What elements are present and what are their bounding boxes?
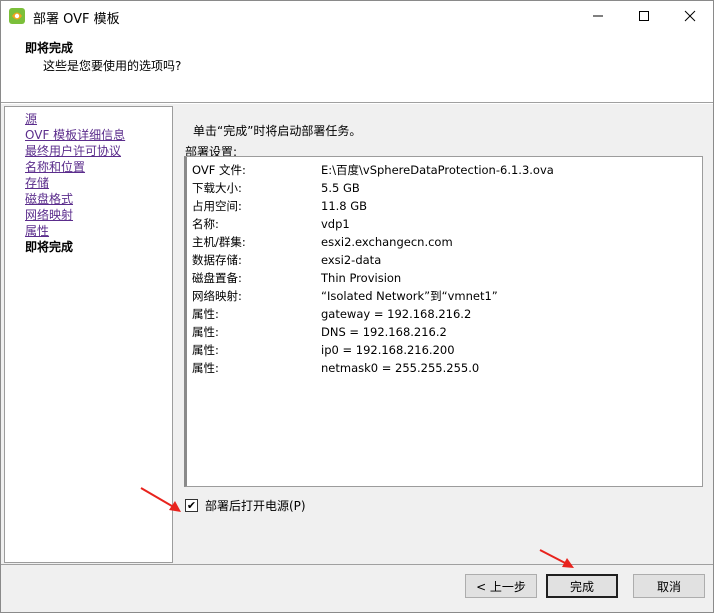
back-button[interactable]: < 上一步 <box>465 574 537 598</box>
settings-row: 属性: DNS = 192.168.216.2 <box>192 325 447 339</box>
settings-row: 属性: ip0 = 192.168.216.200 <box>192 343 455 357</box>
settings-row: 网络映射: “Isolated Network”到“vmnet1” <box>192 289 498 303</box>
window-title: 部署 OVF 模板 <box>33 12 120 27</box>
nav-step-network-mapping[interactable]: 网络映射 <box>25 207 73 223</box>
minimize-button[interactable] <box>575 1 621 31</box>
summary-panel: 单击“完成”时将启动部署任务。 部署设置: OVF 文件: E:\百度\vSphe… <box>175 104 713 564</box>
minimize-icon <box>593 15 603 17</box>
settings-row: OVF 文件: E:\百度\vSphereDataProtection-6.1.3… <box>192 163 554 177</box>
settings-row: 主机/群集: esxi2.exchangecn.com <box>192 235 453 249</box>
nav-step-storage[interactable]: 存储 <box>25 175 49 191</box>
wizard-body: 源 OVF 模板详细信息 最终用户许可协议 名称和位置 存储 磁盘格式 网络映射… <box>1 104 713 564</box>
deploy-ovf-window: 部署 OVF 模板 即将完成 这些是您要使用的选项吗? 源 OVF 模板详细信息… <box>0 0 714 613</box>
nav-step-ovf-details[interactable]: OVF 模板详细信息 <box>25 127 125 143</box>
close-icon <box>684 10 696 22</box>
settings-row: 数据存储: exsi2-data <box>192 253 382 267</box>
maximize-icon <box>639 11 649 21</box>
settings-row: 磁盘置备: Thin Provision <box>192 271 402 285</box>
nav-step-name-location[interactable]: 名称和位置 <box>25 159 85 175</box>
settings-row: 名称: vdp1 <box>192 217 350 231</box>
vsphere-logo-icon <box>9 8 25 24</box>
settings-row: 属性: netmask0 = 255.255.255.0 <box>192 361 480 375</box>
nav-step-disk-format[interactable]: 磁盘格式 <box>25 191 73 207</box>
page-title: 即将完成 <box>25 41 74 55</box>
instruction-text: 单击“完成”时将启动部署任务。 <box>193 124 362 138</box>
close-button[interactable] <box>667 1 713 31</box>
checkmark-icon: ✔ <box>186 498 197 512</box>
title-bar: 部署 OVF 模板 <box>1 1 713 31</box>
finish-button[interactable]: 完成 <box>546 574 618 598</box>
page-subtitle: 这些是您要使用的选项吗? <box>43 59 182 73</box>
maximize-button[interactable] <box>621 1 667 31</box>
settings-row: 属性: gateway = 192.168.216.2 <box>192 307 472 321</box>
cancel-button[interactable]: 取消 <box>633 574 705 598</box>
settings-row: 占用空间: 11.8 GB <box>192 199 368 213</box>
nav-step-ready-to-complete: 即将完成 <box>25 240 74 254</box>
nav-step-source[interactable]: 源 <box>25 111 37 127</box>
wizard-footer: < 上一步 完成 取消 <box>1 564 713 612</box>
nav-step-properties[interactable]: 属性 <box>25 223 49 239</box>
power-on-label[interactable]: 部署后打开电源(P) <box>205 497 306 514</box>
nav-step-eula[interactable]: 最终用户许可协议 <box>25 143 121 159</box>
settings-row: 下载大小: 5.5 GB <box>192 181 360 195</box>
wizard-header: 即将完成 这些是您要使用的选项吗? <box>1 31 713 103</box>
power-on-option[interactable]: ✔ 部署后打开电源(P) <box>185 496 306 514</box>
power-on-checkbox[interactable]: ✔ <box>185 498 198 512</box>
wizard-steps-nav: 源 OVF 模板详细信息 最终用户许可协议 名称和位置 存储 磁盘格式 网络映射… <box>4 106 173 563</box>
settings-list: OVF 文件: E:\百度\vSphereDataProtection-6.1.3… <box>184 156 703 487</box>
